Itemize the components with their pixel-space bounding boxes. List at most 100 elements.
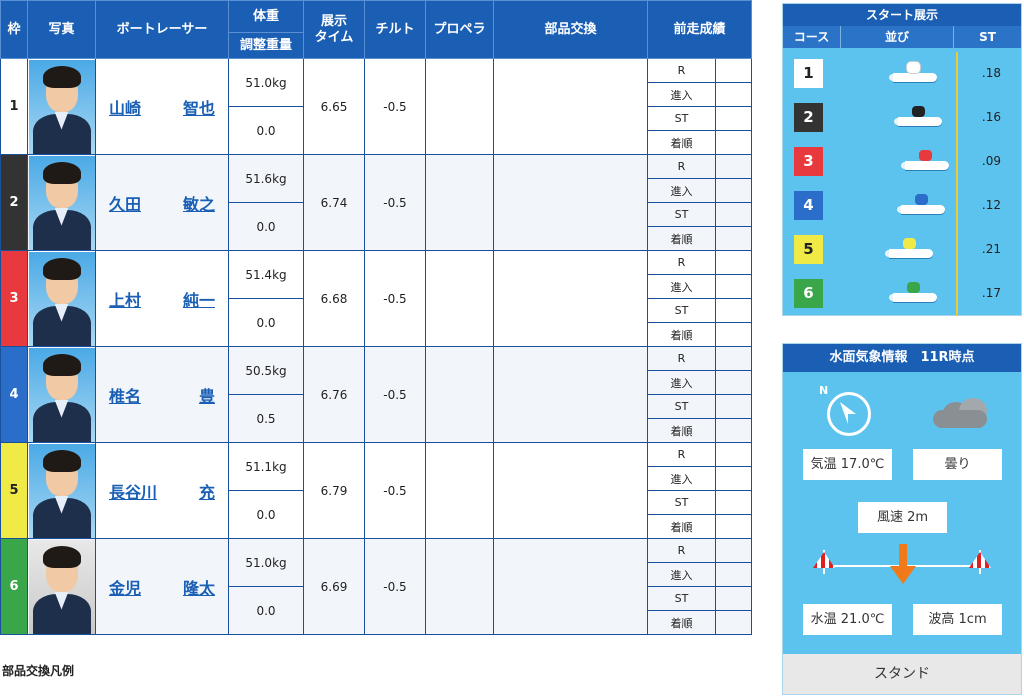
prev-record-label: 着順	[647, 130, 716, 155]
prev-record-label: ST	[647, 394, 716, 419]
lane-st-value: .12	[981, 198, 1001, 212]
prev-record-value	[714, 322, 753, 347]
header-prev: 前走成績	[646, 0, 753, 59]
boat-icon	[889, 282, 939, 302]
table-row: 4 椎名 豊 50.5kg 6.76 -0.5 R	[0, 346, 753, 443]
header-propeller: プロペラ	[425, 0, 494, 59]
lane-st-value: .18	[981, 66, 1001, 80]
prev-record-label: R	[647, 346, 716, 371]
table-row: 1 山崎 智也 51.0kg 6.65 -0.5 R	[0, 58, 753, 155]
header-waku: 枠	[0, 0, 28, 59]
racer-first-name: 純一	[182, 290, 215, 310]
adjust-weight: 0.0	[228, 298, 304, 347]
prev-record-value	[714, 442, 753, 467]
prev-record-value	[714, 58, 753, 83]
lane-number: 2	[794, 103, 823, 132]
prev-record-label: 着順	[647, 226, 716, 251]
prev-record-value	[714, 154, 753, 179]
prev-record-label: ST	[647, 106, 716, 131]
prev-record-label: 進入	[647, 82, 716, 107]
prev-record-value	[714, 202, 753, 227]
racer-table: 枠 写真 ボートレーサー 体重 展示 タイム チルト プロペラ 部品交換 前走成…	[0, 0, 753, 635]
start-lane: 4.12	[783, 184, 1023, 228]
tilt-value: -0.5	[364, 538, 426, 635]
exhibition-time: 6.79	[303, 442, 365, 539]
racer-name-link[interactable]: 上村 純一	[95, 250, 229, 347]
adjust-weight: 0.5	[228, 394, 304, 443]
start-col-st: ST	[979, 30, 996, 44]
prev-record-value	[714, 586, 753, 611]
prev-record-value	[714, 418, 753, 443]
boat-icon	[885, 238, 935, 258]
racer-photo	[27, 442, 96, 539]
wind-speed: 風速 2m	[858, 502, 947, 533]
prev-record-label: 進入	[647, 562, 716, 587]
prev-record-label: ST	[647, 490, 716, 515]
racer-first-name: 敏之	[182, 194, 215, 214]
prev-record-value	[714, 370, 753, 395]
racer-name-link[interactable]: 久田 敏之	[95, 154, 229, 251]
racer-name-link[interactable]: 金児 隆太	[95, 538, 229, 635]
exhibition-time: 6.65	[303, 58, 365, 155]
parts-cell	[493, 346, 648, 443]
lane-number: 3	[794, 147, 823, 176]
waku-number: 6	[0, 538, 28, 635]
table-row: 6 金児 隆太 51.0kg 6.69 -0.5 R	[0, 538, 753, 635]
prev-record-value	[714, 250, 753, 275]
racer-first-name: 隆太	[182, 578, 215, 598]
lane-st-value: .09	[981, 154, 1001, 168]
prev-record-value	[714, 346, 753, 371]
prev-record-label: R	[647, 442, 716, 467]
racer-photo	[27, 250, 96, 347]
propeller-cell	[425, 442, 494, 539]
parts-cell	[493, 442, 648, 539]
prev-record-label: ST	[647, 202, 716, 227]
header-weight: 体重	[228, 0, 304, 33]
racer-photo	[27, 58, 96, 155]
propeller-cell	[425, 250, 494, 347]
racer-name-link[interactable]: 椎名 豊	[95, 346, 229, 443]
adjust-weight: 0.0	[228, 490, 304, 539]
air-temperature: 気温 17.0℃	[803, 449, 892, 480]
racer-weight: 50.5kg	[228, 346, 304, 395]
lane-st-value: .17	[981, 286, 1001, 300]
racer-photo	[27, 154, 96, 251]
racer-photo	[27, 538, 96, 635]
prev-record-value	[714, 394, 753, 419]
table-row: 2 久田 敏之 51.6kg 6.74 -0.5 R	[0, 154, 753, 251]
compass-needle-icon	[840, 402, 856, 424]
boat-icon	[889, 62, 939, 82]
racer-name-link[interactable]: 長谷川 充	[95, 442, 229, 539]
start-lane: 2.16	[783, 96, 1023, 140]
prev-record-label: 進入	[647, 178, 716, 203]
waku-number: 5	[0, 442, 28, 539]
prev-record-value	[714, 178, 753, 203]
racer-first-name: 智也	[182, 98, 215, 118]
parts-cell	[493, 250, 648, 347]
exhibition-time: 6.69	[303, 538, 365, 635]
racer-weight: 51.1kg	[228, 442, 304, 491]
propeller-cell	[425, 154, 494, 251]
prev-record-label: 着順	[647, 514, 716, 539]
boat-icon	[897, 194, 947, 214]
lane-number: 4	[794, 191, 823, 220]
propeller-cell	[425, 58, 494, 155]
weather-panel: 水面気象情報 11R時点 N 気温 17.0℃ 曇り 風速 2m 水温 21.0…	[782, 343, 1022, 695]
weather-condition: 曇り	[913, 449, 1002, 480]
header-time: 展示 タイム	[303, 0, 365, 59]
prev-record-value	[714, 130, 753, 155]
compass-north-label: N	[819, 384, 829, 397]
lane-number: 1	[794, 59, 823, 88]
racer-last-name: 椎名	[109, 386, 142, 406]
waku-number: 3	[0, 250, 28, 347]
racer-last-name: 長谷川	[109, 482, 158, 502]
prev-record-value	[714, 490, 753, 515]
header-tilt: チルト	[364, 0, 426, 59]
prev-record-label: R	[647, 250, 716, 275]
lane-st-value: .16	[981, 110, 1001, 124]
prev-record-value	[714, 538, 753, 563]
racer-name-link[interactable]: 山崎 智也	[95, 58, 229, 155]
tilt-value: -0.5	[364, 442, 426, 539]
wave-height: 波高 1cm	[913, 604, 1002, 635]
weather-title: 水面気象情報 11R時点	[783, 344, 1021, 372]
